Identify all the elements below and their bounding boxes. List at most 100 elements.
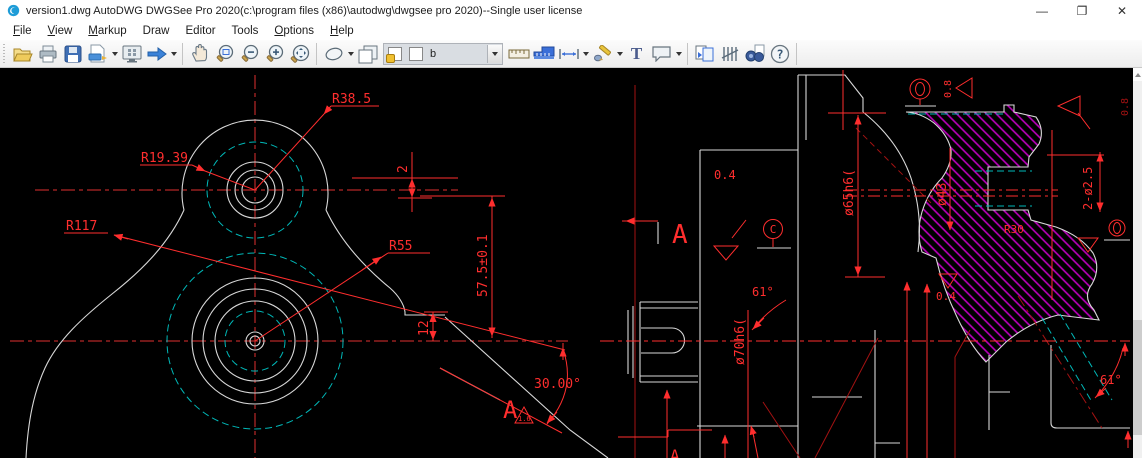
find-button[interactable] <box>742 42 767 66</box>
fullscreen-button[interactable] <box>119 42 144 66</box>
zoom-out-button[interactable] <box>237 42 262 66</box>
dia-label: ø43 <box>935 183 950 206</box>
text-tool-label: T <box>631 44 642 64</box>
next-page-button[interactable] <box>144 42 169 66</box>
roughness-label: 0.8 <box>1120 98 1131 116</box>
menu-view[interactable]: View <box>40 23 81 39</box>
zoom-extents-icon <box>289 44 311 64</box>
markup-list-button[interactable] <box>717 42 742 66</box>
layer-combobox-dropdown[interactable] <box>487 45 502 63</box>
measure-area-button[interactable] <box>531 42 556 66</box>
menu-file[interactable]: File <box>5 23 40 39</box>
zoom-in-button[interactable] <box>262 42 287 66</box>
radius-label: R117 <box>66 219 97 234</box>
menu-help[interactable]: Help <box>322 23 362 39</box>
tally-lines-icon <box>721 45 739 63</box>
zoom-out-icon <box>239 44 260 64</box>
area-ruler-icon <box>533 46 555 62</box>
freehand-pen-button[interactable] <box>590 42 615 66</box>
dia-label: ø65h6( <box>842 169 857 216</box>
zoom-extents-button[interactable] <box>287 42 312 66</box>
menu-markup[interactable]: Markup <box>80 23 134 39</box>
markup-shape-dropdown[interactable] <box>346 42 355 66</box>
radius-label: R55 <box>389 239 412 254</box>
section-a-label: A <box>672 220 688 250</box>
dim-label: 12 <box>417 320 432 336</box>
vertical-scrollbar[interactable] <box>1133 68 1142 458</box>
dia-label: ø70h6( <box>733 318 748 365</box>
dimension-dropdown[interactable] <box>581 42 590 66</box>
right-view: 0.4 A C 61° ø65h6( ø70h6( ø43 0.8 0.8 R3… <box>600 70 1131 458</box>
part-outline <box>26 120 608 458</box>
copy-pages-icon <box>694 44 715 63</box>
toolbar-grip[interactable] <box>3 44 5 64</box>
layer-combobox[interactable]: b <box>383 43 503 65</box>
layers-button[interactable] <box>355 42 380 66</box>
left-view: R38.5 R19.39 R117 R55 2 57.5±0.1 12 30.0… <box>10 75 608 458</box>
dia-label: 2-ø2.5 <box>1081 167 1095 210</box>
binoculars-icon <box>744 44 766 63</box>
convert-button[interactable] <box>85 42 110 66</box>
svg-text:?: ? <box>776 47 783 61</box>
maximize-button[interactable]: ❐ <box>1062 0 1102 21</box>
dim-label: 57.5±0.1 <box>476 234 491 297</box>
copy-button[interactable] <box>692 42 717 66</box>
pen-dropdown[interactable] <box>615 42 624 66</box>
angle-label: 30.00° <box>534 377 581 392</box>
datum-a-label: A <box>503 396 518 424</box>
ellipse-tool-icon <box>324 46 344 62</box>
datum-a-label: A <box>670 446 680 458</box>
close-button[interactable]: ✕ <box>1102 0 1142 21</box>
next-page-dropdown[interactable] <box>169 42 178 66</box>
blue-arrow-icon <box>147 47 167 61</box>
menu-editor[interactable]: Editor <box>178 23 224 39</box>
save-floppy-icon <box>64 45 82 63</box>
save-button[interactable] <box>60 42 85 66</box>
measure-distance-button[interactable] <box>506 42 531 66</box>
angle-label: 61° <box>752 285 774 299</box>
layer-color-swatch <box>409 47 423 61</box>
pan-hand-icon <box>190 44 209 63</box>
comment-button[interactable] <box>649 42 674 66</box>
pen-icon <box>593 45 613 63</box>
toolbar-separator <box>316 43 317 65</box>
angle-label: 61° <box>1100 373 1122 387</box>
pan-button[interactable] <box>187 42 212 66</box>
dimension-icon <box>558 48 580 60</box>
toolbar-separator <box>687 43 688 65</box>
menu-bar: File View Markup Draw Editor Tools Optio… <box>0 21 1142 40</box>
layer-combobox-value: b <box>430 48 487 60</box>
section-hatch <box>906 105 1099 362</box>
print-button[interactable] <box>35 42 60 66</box>
comment-dropdown[interactable] <box>674 42 683 66</box>
toolbar-separator <box>182 43 183 65</box>
drawing-canvas[interactable]: R38.5 R19.39 R117 R55 2 57.5±0.1 12 30.0… <box>0 68 1133 458</box>
markup-shape-button[interactable] <box>321 42 346 66</box>
help-button[interactable]: ? <box>767 42 792 66</box>
scroll-up-icon[interactable] <box>1133 68 1142 81</box>
toolbar-separator <box>796 43 797 65</box>
dimension-button[interactable] <box>556 42 581 66</box>
convert-file-icon <box>88 44 108 63</box>
scrollbar-thumb[interactable] <box>1133 320 1142 435</box>
menu-draw[interactable]: Draw <box>135 23 178 39</box>
app-window: version1.dwg AutoDWG DWGSee Pro 2020(c:\… <box>0 0 1142 458</box>
radius-label: R19.39 <box>141 151 188 166</box>
help-icon: ? <box>770 44 790 64</box>
dim-label: 2 <box>396 165 411 173</box>
minimize-button[interactable]: — <box>1022 0 1062 21</box>
menu-options[interactable]: Options <box>266 23 322 39</box>
zoom-window-button[interactable] <box>212 42 237 66</box>
open-folder-icon <box>12 45 33 63</box>
ruler-icon <box>508 47 530 61</box>
tolerance-label: 0.4 <box>936 290 956 303</box>
open-button[interactable] <box>10 42 35 66</box>
radius-label: R30 <box>1004 223 1024 236</box>
printer-icon <box>38 45 58 63</box>
convert-dropdown[interactable] <box>110 42 119 66</box>
toolbar: b <box>0 40 1142 68</box>
monitor-icon <box>122 45 142 63</box>
app-icon <box>7 4 20 17</box>
menu-tools[interactable]: Tools <box>224 23 267 39</box>
text-tool-button[interactable]: T <box>624 42 649 66</box>
